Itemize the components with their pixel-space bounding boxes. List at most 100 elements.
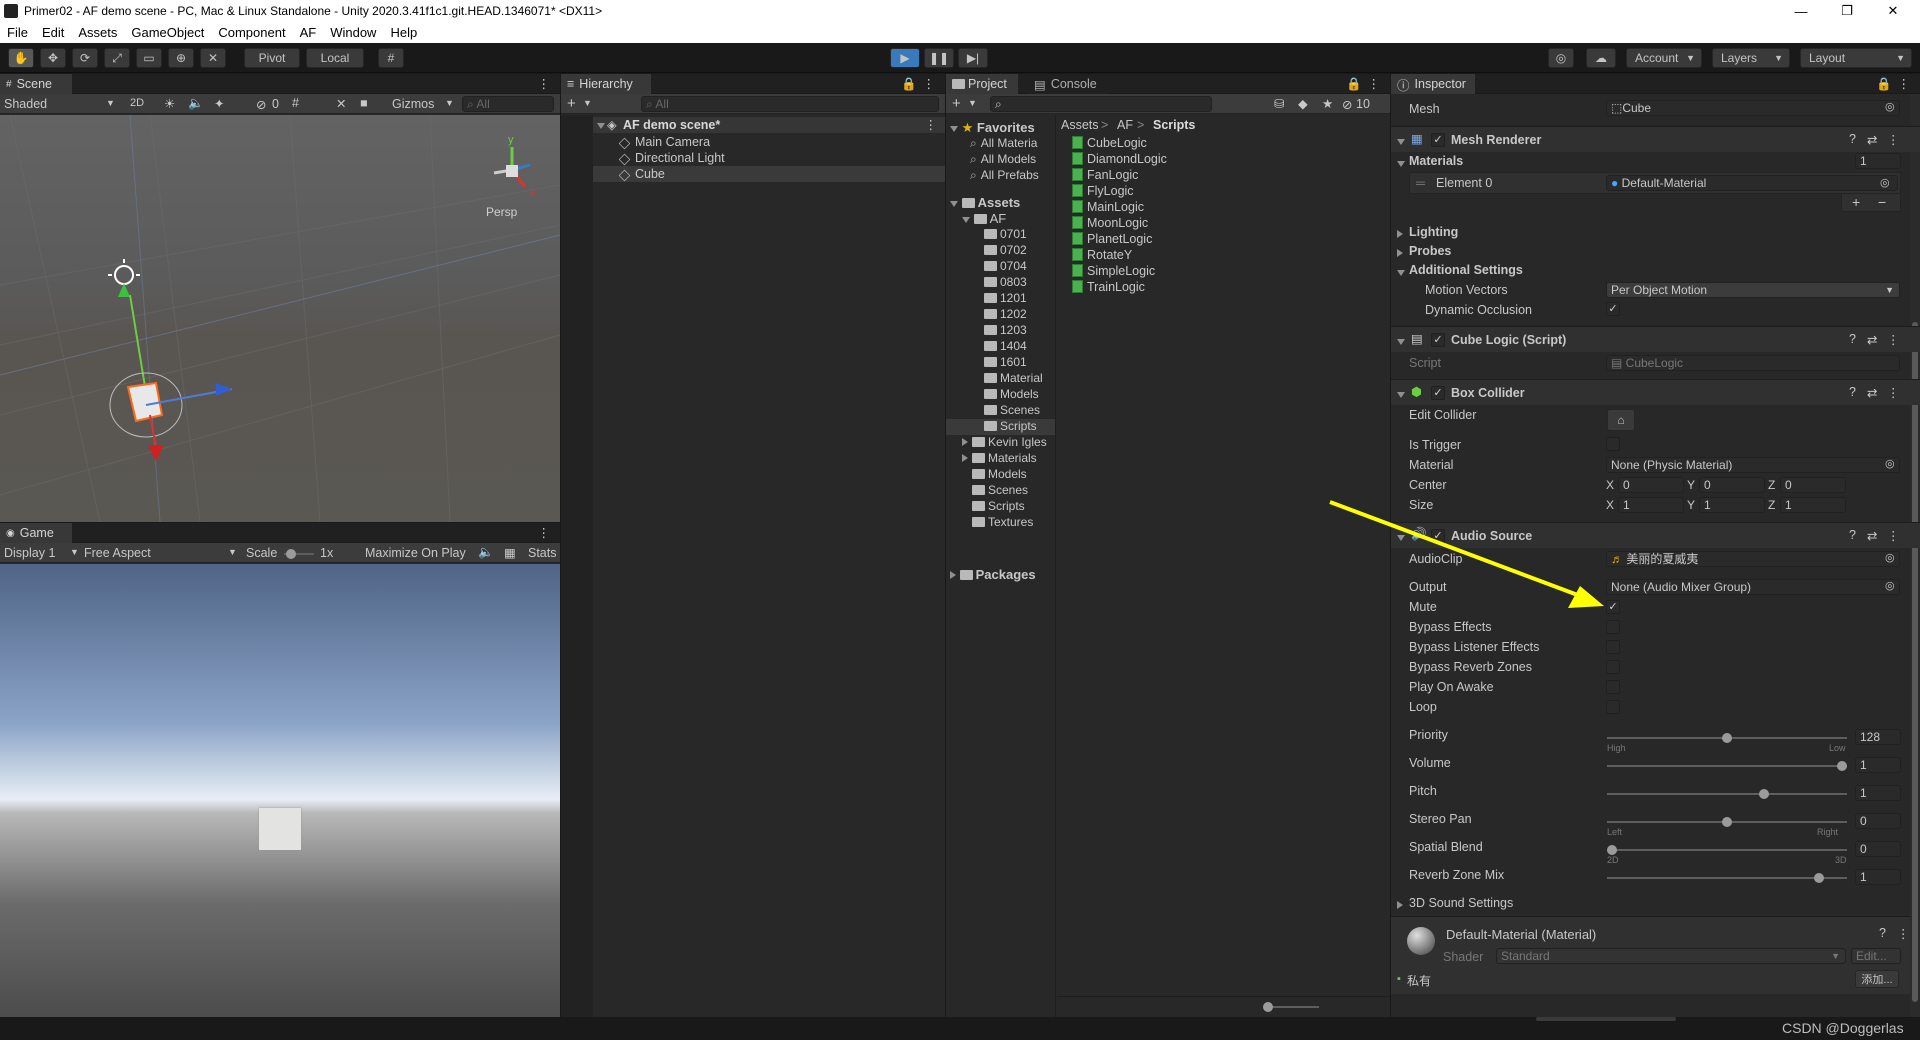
pause-button[interactable]: ❚❚ xyxy=(924,48,954,68)
scale-slider[interactable] xyxy=(284,549,314,559)
project-folder-item[interactable]: Scenes xyxy=(946,403,1055,419)
enabled-checkbox[interactable]: ✓ xyxy=(1431,133,1445,147)
play-button[interactable]: ▶ xyxy=(890,48,920,68)
project-folder-item[interactable]: 1601 xyxy=(946,355,1055,371)
audio-toggle-icon[interactable]: 🔈 xyxy=(188,96,204,111)
mesh-field[interactable]: ⬚Cube xyxy=(1606,100,1900,116)
expand-arrow-icon[interactable] xyxy=(1397,134,1405,148)
project-folder-item[interactable]: Scenes xyxy=(962,483,1028,497)
lighting-foldout[interactable]: Lighting xyxy=(1409,225,1458,239)
transform-tool-icon[interactable]: ⊕ xyxy=(168,48,194,68)
element0-field[interactable]: ● Default-Material xyxy=(1606,175,1898,191)
custom-tool-icon[interactable]: ✕ xyxy=(200,48,226,68)
toggle-checkbox[interactable] xyxy=(1606,700,1620,714)
slider-track[interactable] xyxy=(1607,789,1847,799)
scene-search-input[interactable]: ⌕ All xyxy=(462,96,554,112)
minimize-button[interactable]: — xyxy=(1778,0,1824,22)
component-menu-icon[interactable]: ⋮ xyxy=(1887,332,1900,347)
output-field[interactable]: None (Audio Mixer Group) xyxy=(1606,579,1900,595)
filter-label-icon[interactable]: ◆ xyxy=(1298,96,1308,111)
script-file[interactable]: DiamondLogic xyxy=(1072,152,1167,166)
script-file[interactable]: MainLogic xyxy=(1072,200,1144,214)
project-folder-item[interactable]: Models xyxy=(962,467,1027,481)
rect-tool-icon[interactable]: ▭ xyxy=(136,48,162,68)
scene-viewport[interactable]: y x Persp xyxy=(0,115,560,522)
expand-arrow-icon[interactable] xyxy=(1397,898,1403,912)
tab-game[interactable]: ◉ Game xyxy=(0,523,72,543)
hidden-objects-icon[interactable]: ⊘ xyxy=(256,97,266,112)
scrollbar-thumb[interactable] xyxy=(1912,322,1918,1002)
tab-scene[interactable]: # Scene xyxy=(0,74,72,94)
scene-menu-icon[interactable]: ⋮ xyxy=(925,117,938,132)
expand-arrow-icon[interactable] xyxy=(1397,156,1405,170)
slider-value-field[interactable]: 1 xyxy=(1855,869,1901,885)
slider-value-field[interactable]: 0 xyxy=(1855,813,1901,829)
display-dropdown[interactable]: Display 1 xyxy=(4,546,55,560)
help-icon[interactable]: ? xyxy=(1849,132,1856,146)
object-picker-icon[interactable]: ◎ xyxy=(1885,551,1895,564)
add-label-button[interactable]: 添加... xyxy=(1855,970,1899,988)
drag-handle-icon[interactable]: ═ xyxy=(1416,176,1425,190)
help-icon[interactable]: ? xyxy=(1849,332,1856,346)
effects-toggle-icon[interactable]: ✦ xyxy=(214,96,224,111)
lock-icon[interactable]: 🔒 xyxy=(1346,77,1362,92)
expand-arrow-icon[interactable] xyxy=(1397,246,1403,260)
cube-selection-gizmo[interactable] xyxy=(109,294,233,461)
slider-value-field[interactable]: 1 xyxy=(1855,785,1901,801)
layout-dropdown[interactable]: Layout ▼ xyxy=(1800,48,1912,68)
icon-size-slider[interactable] xyxy=(1263,1002,1319,1012)
af-folder[interactable]: AF xyxy=(962,211,1006,226)
menu-assets[interactable]: Assets xyxy=(71,25,124,40)
script-file[interactable]: TrainLogic xyxy=(1072,280,1145,294)
icon-size-knob[interactable] xyxy=(1263,1002,1273,1012)
2d-toggle[interactable]: 2D xyxy=(130,97,144,109)
orientation-gizmo[interactable] xyxy=(493,147,531,188)
cloud-icon[interactable]: ☁ xyxy=(1586,48,1616,68)
size-y-field[interactable]: 1 xyxy=(1699,497,1765,513)
project-folder-item[interactable]: 1203 xyxy=(946,323,1055,339)
menu-help[interactable]: Help xyxy=(383,25,424,40)
panel-menu-icon[interactable]: ⋮ xyxy=(538,525,551,540)
toggle-checkbox[interactable] xyxy=(1606,660,1620,674)
lighting-toggle-icon[interactable]: ☀ xyxy=(164,96,175,111)
breadcrumb-af[interactable]: AF xyxy=(1117,118,1133,132)
object-picker-icon[interactable]: ◎ xyxy=(1885,579,1895,592)
menu-gameobject[interactable]: GameObject xyxy=(124,25,211,40)
enabled-checkbox[interactable]: ✓ xyxy=(1431,386,1445,400)
menu-edit[interactable]: Edit xyxy=(35,25,71,40)
help-icon[interactable]: ? xyxy=(1849,528,1856,542)
maximize-on-play-toggle[interactable]: Maximize On Play xyxy=(365,546,466,560)
probes-foldout[interactable]: Probes xyxy=(1409,244,1451,258)
close-button[interactable]: ✕ xyxy=(1870,0,1916,22)
slider-knob[interactable] xyxy=(1607,845,1617,855)
add-element-button[interactable]: + xyxy=(1852,194,1860,210)
project-folder-item[interactable]: Materials xyxy=(962,451,1037,465)
object-picker-icon[interactable]: ◎ xyxy=(1885,100,1895,113)
project-folder-item[interactable]: Kevin Igles xyxy=(962,435,1047,449)
3d-sound-settings-foldout[interactable]: 3D Sound Settings xyxy=(1409,896,1513,910)
mute-audio-icon[interactable]: 🔈 xyxy=(478,545,494,560)
project-search-input[interactable]: ⌕ xyxy=(990,96,1212,112)
expand-arrow-icon[interactable] xyxy=(962,435,972,449)
menu-file[interactable]: File xyxy=(0,25,35,40)
slider-track[interactable] xyxy=(1607,873,1847,883)
script-file[interactable]: SimpleLogic xyxy=(1072,264,1155,278)
tab-console[interactable]: ▤ Console xyxy=(1028,74,1108,94)
slider-value-field[interactable]: 0 xyxy=(1855,841,1901,857)
game-viewport[interactable] xyxy=(0,564,560,1017)
audio-source-header[interactable]: 🔊 ✓ Audio Source ? ⇄ ⋮ xyxy=(1391,522,1920,548)
toggle-checkbox[interactable] xyxy=(1606,620,1620,634)
hierarchy-search-input[interactable]: ⌕ All xyxy=(641,96,939,112)
enabled-checkbox[interactable]: ✓ xyxy=(1431,529,1445,543)
panel-menu-icon[interactable]: ⋮ xyxy=(923,76,936,91)
gizmos-grid-icon[interactable]: ▦ xyxy=(504,545,516,560)
filter-type-icon[interactable]: ⛁ xyxy=(1274,96,1284,111)
enabled-checkbox[interactable]: ✓ xyxy=(1431,333,1445,347)
project-folder-item[interactable]: Textures xyxy=(962,515,1033,529)
step-button[interactable]: ▶| xyxy=(958,48,988,68)
script-file[interactable]: FlyLogic xyxy=(1072,184,1134,198)
project-folder-item[interactable]: Material xyxy=(946,371,1055,387)
breadcrumb-assets[interactable]: Assets xyxy=(1061,118,1099,132)
remove-element-button[interactable]: − xyxy=(1878,194,1886,210)
tab-project[interactable]: Project xyxy=(946,74,1018,94)
